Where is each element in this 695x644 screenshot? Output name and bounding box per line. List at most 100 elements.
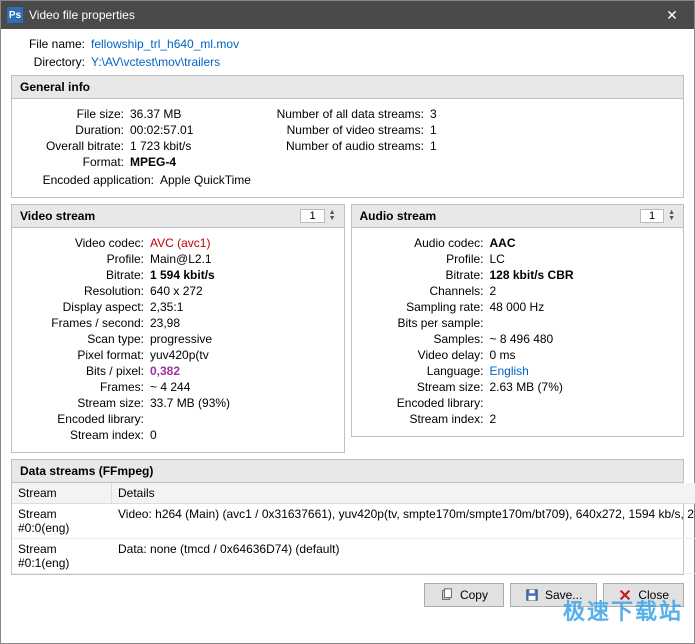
filename-link[interactable]: fellowship_trl_h640_ml.mov — [91, 37, 239, 51]
file-size-label: File size: — [20, 107, 130, 121]
audio-panel: Audio codec:AAC Profile:LC Bitrate:128 k… — [351, 228, 685, 437]
save-button[interactable]: Save... — [510, 583, 597, 607]
col-stream-header[interactable]: Stream — [12, 483, 112, 503]
nstreams-value: 3 — [430, 107, 675, 121]
abps-label: Bits per sample: — [360, 316, 490, 330]
close-button[interactable]: Close — [603, 583, 684, 607]
adelay-value: 0 ms — [490, 348, 676, 362]
overall-bitrate-label: Overall bitrate: — [20, 139, 130, 153]
copy-button-label: Copy — [460, 588, 488, 602]
vprofile-value: Main@L2.1 — [150, 252, 336, 266]
aprofile-label: Profile: — [360, 252, 490, 266]
vframes-value: ~ 4 244 — [150, 380, 336, 394]
video-stream-spinner[interactable]: 1 ▲▼ — [300, 209, 335, 223]
close-button-label: Close — [638, 588, 669, 602]
aenclib-value — [490, 396, 676, 410]
datastreams-table: Stream Details Stream #0:0(eng) Video: h… — [11, 483, 684, 575]
col-details-header[interactable]: Details — [112, 483, 695, 503]
aindex-label: Stream index: — [360, 412, 490, 426]
directory-link[interactable]: Y:\AV\vctest\mov\trailers — [91, 55, 220, 69]
vbitrate-value: 1 594 kbit/s — [150, 268, 336, 282]
aprofile-value: LC — [490, 252, 676, 266]
nvideo-label: Number of video streams: — [240, 123, 430, 137]
close-icon[interactable]: ✕ — [650, 1, 694, 29]
achannels-label: Channels: — [360, 284, 490, 298]
achannels-value: 2 — [490, 284, 676, 298]
app-icon: Ps — [7, 7, 23, 23]
venclib-label: Encoded library: — [20, 412, 150, 426]
vsize-value: 33.7 MB (93%) — [150, 396, 336, 410]
video-panel: Video codec:AVC (avc1) Profile:Main@L2.1… — [11, 228, 345, 453]
asamples-label: Samples: — [360, 332, 490, 346]
general-panel: File size:36.37 MB Duration:00:02:57.01 … — [11, 99, 684, 198]
chevron-down-icon[interactable]: ▼ — [668, 216, 675, 222]
stream-cell: Stream #0:0(eng) — [12, 504, 112, 538]
table-row[interactable]: Stream #0:0(eng) Video: h264 (Main) (avc… — [12, 504, 695, 539]
duration-value: 00:02:57.01 — [130, 123, 240, 137]
video-stream-index: 1 — [300, 209, 324, 223]
arate-value: 48 000 Hz — [490, 300, 676, 314]
datastreams-header: Data streams (FFmpeg) — [11, 459, 684, 483]
acodec-label: Audio codec: — [360, 236, 490, 250]
duration-label: Duration: — [20, 123, 130, 137]
table-row[interactable]: Stream #0:1(eng) Data: none (tmcd / 0x64… — [12, 539, 695, 574]
audio-header: Audio stream 1 ▲▼ — [351, 204, 685, 228]
vframes-label: Frames: — [20, 380, 150, 394]
vres-label: Resolution: — [20, 284, 150, 298]
filename-label: File name: — [11, 37, 91, 51]
vfps-label: Frames / second: — [20, 316, 150, 330]
save-icon — [525, 588, 539, 602]
window-title: Video file properties — [29, 8, 650, 22]
stream-cell: Stream #0:1(eng) — [12, 539, 112, 573]
video-header-text: Video stream — [20, 209, 300, 223]
copy-icon — [440, 588, 454, 602]
format-value: MPEG-4 — [130, 155, 240, 169]
vbitrate-label: Bitrate: — [20, 268, 150, 282]
encapp-label: Encoded application: — [20, 173, 160, 187]
vbpp-label: Bits / pixel: — [20, 364, 150, 378]
audio-header-text: Audio stream — [360, 209, 640, 223]
arate-label: Sampling rate: — [360, 300, 490, 314]
vscan-value: progressive — [150, 332, 336, 346]
vcodec-value: AVC (avc1) — [150, 236, 336, 250]
abitrate-value: 128 kbit/s CBR — [490, 268, 676, 282]
vres-value: 640 x 272 — [150, 284, 336, 298]
vpix-label: Pixel format: — [20, 348, 150, 362]
save-button-label: Save... — [545, 588, 582, 602]
overall-bitrate-value: 1 723 kbit/s — [130, 139, 240, 153]
file-size-value: 36.37 MB — [130, 107, 240, 121]
titlebar: Ps Video file properties ✕ — [1, 1, 694, 29]
asize-value: 2.63 MB (7%) — [490, 380, 676, 394]
copy-button[interactable]: Copy — [424, 583, 504, 607]
filename-row: File name: fellowship_trl_h640_ml.mov — [11, 37, 684, 51]
directory-label: Directory: — [11, 55, 91, 69]
vcodec-label: Video codec: — [20, 236, 150, 250]
video-header: Video stream 1 ▲▼ — [11, 204, 345, 228]
button-bar: Copy Save... Close — [1, 575, 694, 615]
vindex-value: 0 — [150, 428, 336, 442]
vscan-label: Scan type: — [20, 332, 150, 346]
vbpp-value: 0,382 — [150, 364, 336, 378]
nvideo-value: 1 — [430, 123, 675, 137]
encapp-value: Apple QuickTime — [160, 173, 675, 187]
format-label: Format: — [20, 155, 130, 169]
aindex-value: 2 — [490, 412, 676, 426]
details-cell: Video: h264 (Main) (avc1 / 0x31637661), … — [112, 504, 695, 538]
asize-label: Stream size: — [360, 380, 490, 394]
audio-stream-spinner[interactable]: 1 ▲▼ — [640, 209, 675, 223]
vsize-label: Stream size: — [20, 396, 150, 410]
chevron-down-icon[interactable]: ▼ — [329, 216, 336, 222]
vaspect-value: 2,35:1 — [150, 300, 336, 314]
alang-label: Language: — [360, 364, 490, 378]
aenclib-label: Encoded library: — [360, 396, 490, 410]
directory-row: Directory: Y:\AV\vctest\mov\trailers — [11, 55, 684, 69]
abps-value — [490, 316, 676, 330]
adelay-label: Video delay: — [360, 348, 490, 362]
general-header-text: General info — [20, 80, 675, 94]
alang-value[interactable]: English — [490, 364, 676, 378]
abitrate-label: Bitrate: — [360, 268, 490, 282]
vprofile-label: Profile: — [20, 252, 150, 266]
naudio-value: 1 — [430, 139, 675, 153]
audio-stream-index: 1 — [640, 209, 664, 223]
acodec-value: AAC — [490, 236, 676, 250]
